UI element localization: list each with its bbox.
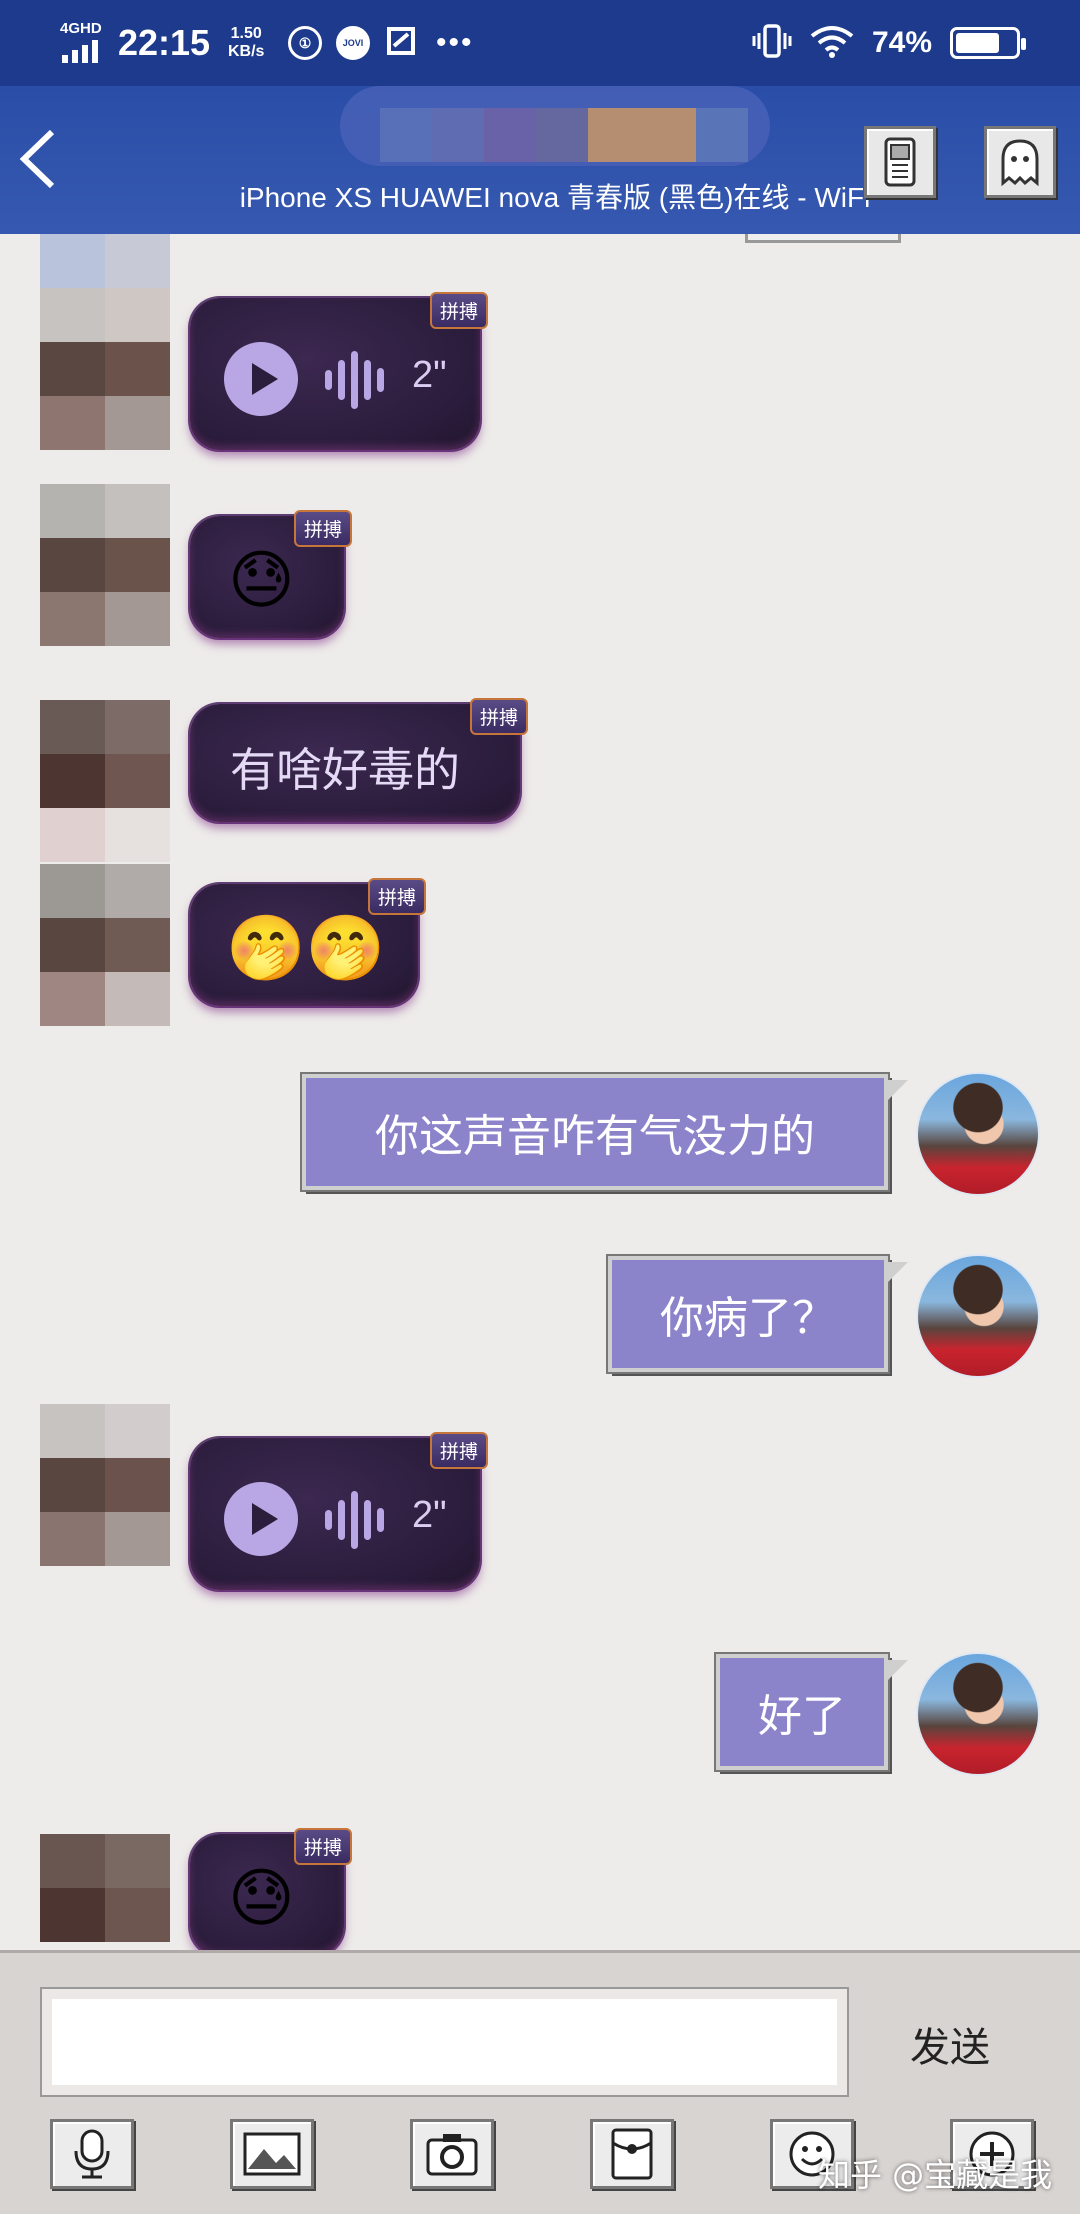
network-type: 4GHD: [60, 20, 102, 37]
mobile-phone-icon: [884, 137, 916, 187]
battery-icon: [950, 27, 1026, 59]
sound-wave-icon: [325, 348, 384, 412]
user-badge: 拼搏: [429, 292, 488, 329]
profile-button[interactable]: [984, 126, 1056, 198]
phone-button[interactable]: [864, 126, 936, 198]
text-message[interactable]: 有啥好毒的 拼搏: [190, 698, 528, 822]
vibrate-icon: [752, 23, 792, 64]
my-avatar[interactable]: [918, 1074, 1038, 1194]
jovi-icon: JOVI: [336, 26, 370, 60]
image-icon: [243, 2132, 301, 2176]
message-text: 你病了？: [660, 1293, 836, 1344]
user-badge: 拼搏: [469, 698, 528, 735]
contact-avatar[interactable]: [40, 700, 170, 862]
user-badge: 拼搏: [293, 510, 352, 547]
contact-name-mosaic: [380, 108, 748, 162]
status-bar: 4GHD 22:15 1.50 KB/s ① JOVI ••• 74%: [0, 0, 1080, 86]
microphone-icon: [74, 2129, 110, 2179]
message-text: 有啥好毒的: [230, 743, 460, 797]
user-badge: 拼搏: [367, 878, 426, 915]
send-button[interactable]: 发送: [880, 2009, 1020, 2079]
message-input[interactable]: [40, 1987, 849, 2097]
wifi-icon: [810, 24, 854, 63]
voice-button[interactable]: [50, 2119, 134, 2189]
more-notifications-icon: •••: [436, 26, 474, 59]
my-avatar[interactable]: [918, 1256, 1038, 1376]
emoji-message[interactable]: 😓 拼搏: [190, 510, 352, 638]
camera-button[interactable]: [410, 2119, 494, 2189]
emoji-message[interactable]: 😓 拼搏: [190, 1828, 352, 1950]
ghost-icon: [1001, 139, 1039, 187]
my-avatar[interactable]: [918, 1654, 1038, 1774]
signal-bars-icon: [62, 40, 98, 63]
red-packet-icon: [611, 2128, 653, 2180]
sound-wave-icon: [325, 1488, 384, 1552]
hand-over-mouth-emoji-icon: 🤭🤭: [226, 912, 386, 986]
voice-message[interactable]: 2" 拼搏: [190, 1432, 488, 1590]
app-notification-icon: ①: [288, 26, 322, 60]
message-text: 你这声音咋有气没力的: [375, 1111, 815, 1162]
notification-icons: ① JOVI •••: [288, 0, 474, 86]
message-list[interactable]: 2" 拼搏 😓 拼搏 有啥好毒的 拼搏 🤭🤭 拼搏 你这声音咋有气没力的 你病了…: [0, 234, 1080, 1950]
emoji-message[interactable]: 🤭🤭 拼搏: [190, 878, 426, 1006]
contact-avatar[interactable]: [40, 484, 170, 646]
play-icon[interactable]: [224, 342, 298, 416]
system-icons: 74%: [752, 0, 1026, 86]
network-speed-value: 1.50: [230, 25, 262, 42]
contact-avatar[interactable]: [40, 1834, 170, 1942]
image-button[interactable]: [230, 2119, 314, 2189]
sent-text-message[interactable]: 你这声音咋有气没力的: [300, 1072, 908, 1192]
watermark: 知乎 @宝藏是我: [818, 2156, 1053, 2194]
camera-icon: [426, 2134, 478, 2176]
chat-header: iPhone XS HUAWEI nova 青春版 (黑色)在线 - WiFi: [0, 86, 1080, 234]
contact-avatar[interactable]: [40, 1404, 170, 1566]
clock: 22:15: [118, 22, 211, 63]
sweat-emoji-icon: 😓: [228, 544, 295, 618]
screenshot-icon: [384, 24, 418, 63]
network-speed: 1.50 KB/s: [228, 0, 264, 86]
contact-avatar[interactable]: [40, 864, 170, 1026]
voice-message[interactable]: 2" 拼搏: [190, 292, 488, 450]
sent-text-message[interactable]: 你病了？: [606, 1254, 908, 1374]
voice-duration: 2": [412, 354, 447, 396]
user-badge: 拼搏: [293, 1828, 352, 1865]
sweat-emoji-icon: 😓: [228, 1862, 295, 1936]
contact-avatar[interactable]: [40, 234, 170, 450]
sent-text-message[interactable]: 好了: [714, 1652, 908, 1772]
message-text: 好了: [758, 1691, 846, 1742]
voice-duration: 2": [412, 1494, 447, 1536]
network-speed-unit: KB/s: [228, 43, 265, 60]
battery-percent: 74%: [871, 26, 932, 59]
play-icon[interactable]: [224, 1482, 298, 1556]
user-badge: 拼搏: [429, 1432, 488, 1469]
red-packet-button[interactable]: [590, 2119, 674, 2189]
